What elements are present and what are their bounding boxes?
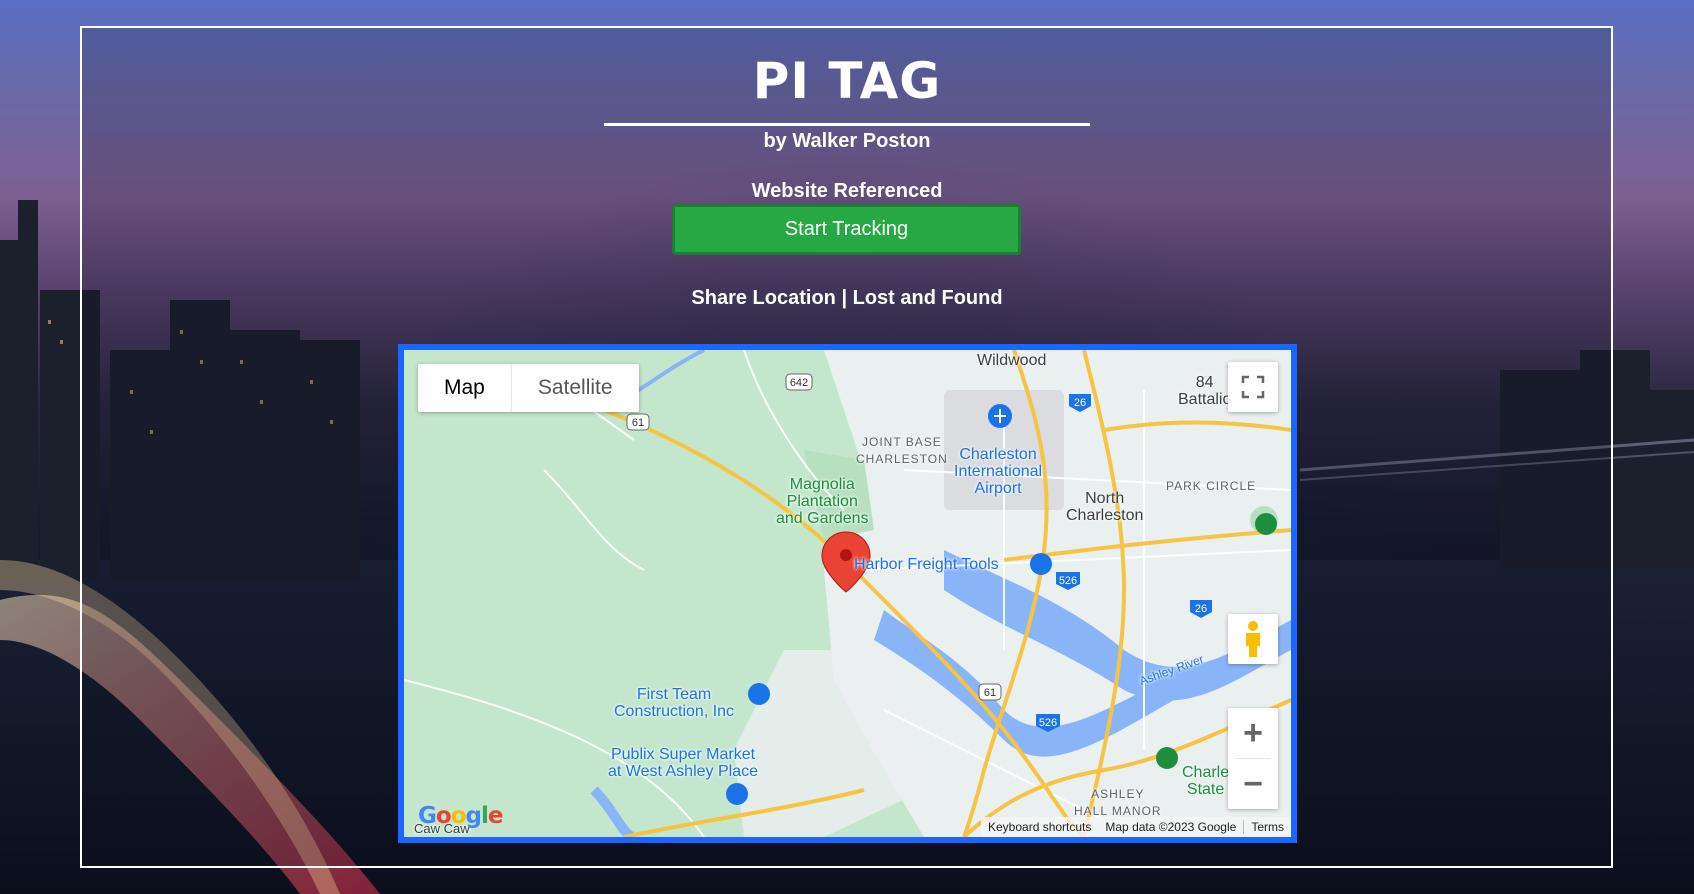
map-data-text: Map data ©2023 Google (1105, 820, 1237, 834)
route-shield-26: 26 (1074, 397, 1086, 409)
map-label-wildwood: Wildwood (977, 352, 1047, 369)
store-icon[interactable] (748, 683, 770, 705)
map-label-first-team: First Team Construction, Inc (614, 686, 735, 720)
map-label-harbor-freight: Harbor Freight Tools (854, 556, 999, 573)
map-type-satellite-button[interactable]: Satellite (512, 364, 639, 412)
route-shield-642: 642 (790, 377, 808, 389)
route-shield-26-east: 26 (1195, 603, 1207, 615)
map-attribution: Keyboard shortcuts Map data ©2023 Google… (981, 817, 1291, 837)
title-divider (604, 123, 1090, 126)
fullscreen-icon (1241, 375, 1265, 399)
street-view-pegman-button[interactable] (1228, 614, 1278, 664)
map-label-battalion: 84 Battalio (1178, 374, 1232, 408)
map-label-north-charleston: North Charleston (1066, 490, 1144, 524)
map-container[interactable]: 642 61 26 526 526 26 61 Wildwood JOINT B (398, 344, 1297, 843)
map-label-ashley-hall: ASHLEY HALL MANOR (1074, 787, 1162, 818)
map-label-magnolia: Magnolia Plantation and Gardens (776, 476, 869, 527)
park-icon[interactable] (1255, 513, 1277, 535)
terms-link[interactable]: Terms (1244, 820, 1291, 834)
map-label-park-circle: PARK CIRCLE (1166, 479, 1257, 493)
pegman-icon (1246, 621, 1260, 657)
map-canvas[interactable]: 642 61 26 526 526 26 61 (404, 350, 1291, 837)
shopping-bag-icon[interactable] (1030, 553, 1052, 575)
google-logo: Google (418, 803, 503, 829)
route-shield-61-south: 61 (984, 687, 996, 699)
map-label-publix: Publix Super Market at West Ashley Place (608, 746, 758, 780)
route-shield-61: 61 (632, 417, 644, 429)
page-title: PI TAG (752, 52, 942, 110)
keyboard-shortcuts-link[interactable]: Keyboard shortcuts (981, 820, 1098, 834)
author-byline: by Walker Poston (763, 130, 931, 152)
zoom-control: + − (1228, 708, 1278, 809)
fullscreen-button[interactable] (1228, 362, 1278, 412)
start-tracking-button[interactable]: Start Tracking (672, 204, 1021, 255)
map-type-control: Map Satellite (418, 364, 639, 412)
share-location-link[interactable]: Share Location (691, 287, 835, 309)
lost-and-found-link[interactable]: Lost and Found (853, 287, 1003, 309)
zoom-in-button[interactable]: + (1228, 708, 1278, 758)
map-label-joint-base: JOINT BASE CHARLESTON (856, 435, 948, 466)
cart-icon[interactable] (726, 783, 748, 805)
links-separator: | (835, 287, 853, 309)
map-label-charleston-state: Charle State (1182, 764, 1230, 798)
map-label-airport: Charleston International Airport (954, 446, 1043, 497)
route-shield-526: 526 (1059, 575, 1077, 587)
map-type-map-button[interactable]: Map (418, 364, 512, 412)
nav-links: Share Location | Lost and Found (0, 287, 1694, 310)
zoom-out-button[interactable]: − (1228, 759, 1278, 809)
route-shield-526-south: 526 (1039, 717, 1057, 729)
park-icon-2[interactable] (1156, 747, 1178, 769)
website-referenced-label: Website Referenced (751, 180, 943, 202)
